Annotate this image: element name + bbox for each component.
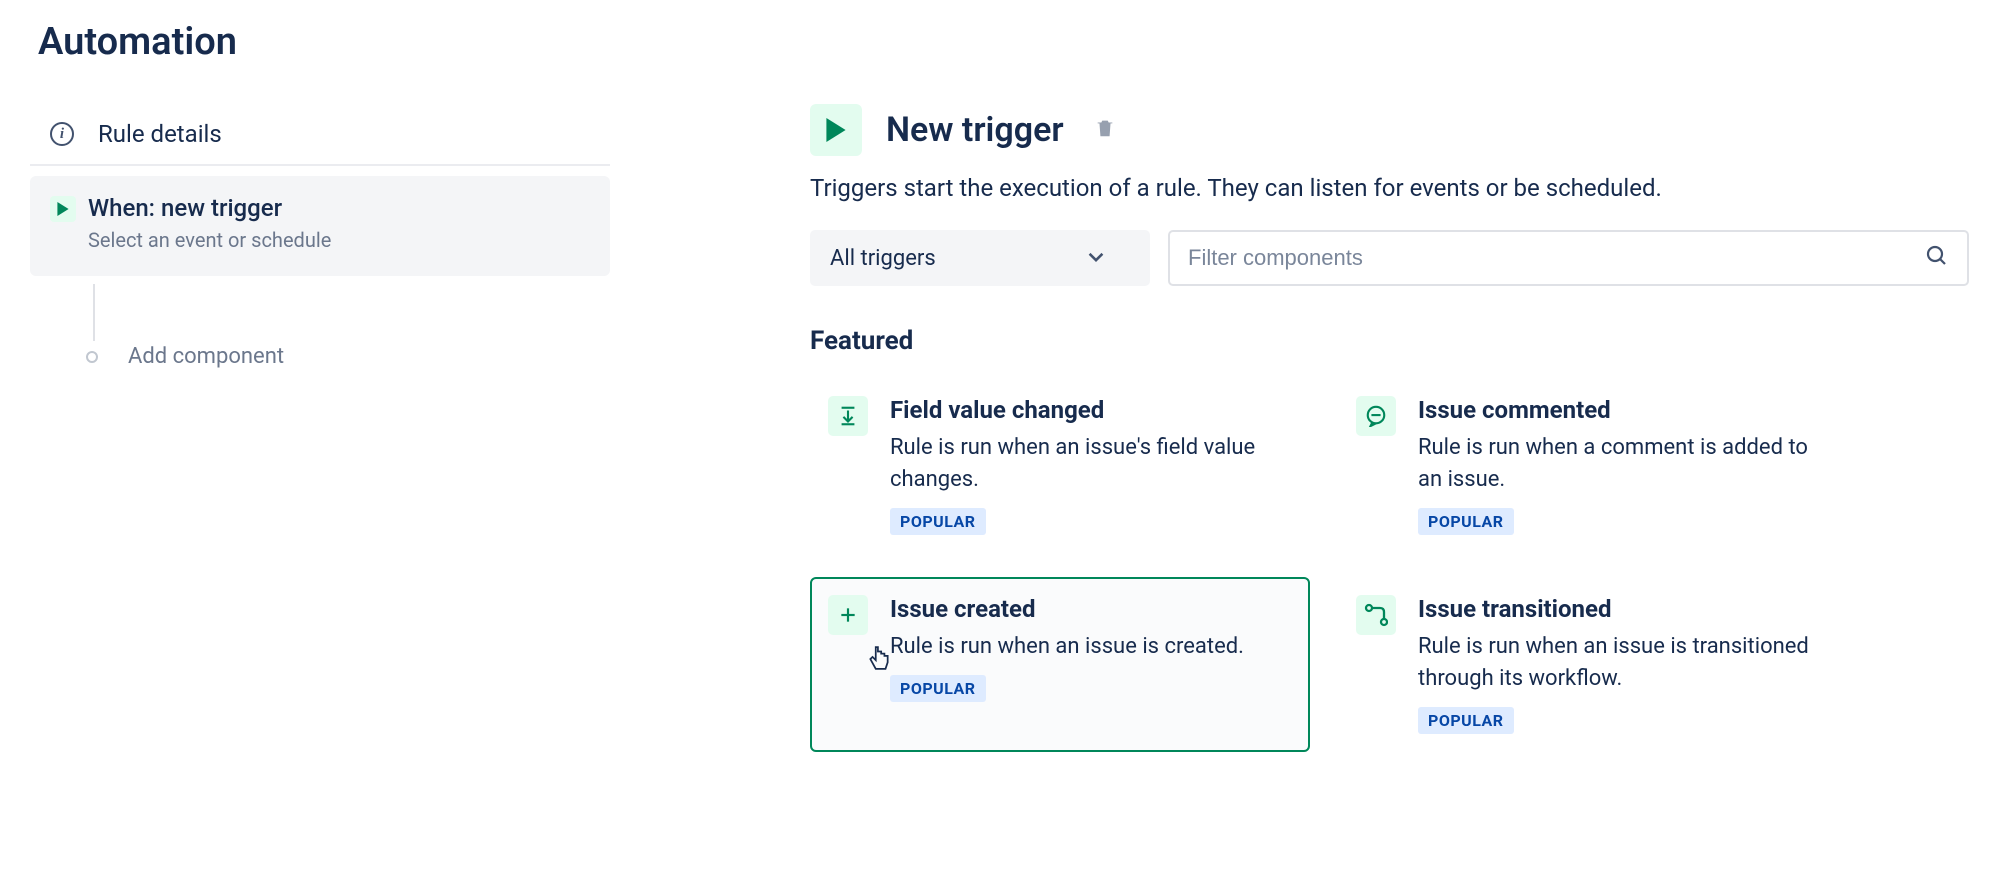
- play-icon: [50, 196, 76, 222]
- timeline-dot-icon: [86, 351, 98, 363]
- card-description: Rule is run when an issue's field value …: [890, 432, 1292, 496]
- card-description: Rule is run when an issue is created.: [890, 631, 1244, 663]
- download-icon: [828, 396, 868, 436]
- trigger-step-subtitle: Select an event or schedule: [88, 228, 590, 252]
- trigger-step[interactable]: When: new trigger Select an event or sch…: [30, 176, 610, 276]
- play-icon: [810, 104, 862, 156]
- trigger-card-issue-created[interactable]: Issue created Rule is run when an issue …: [810, 577, 1310, 752]
- search-icon: [1925, 244, 1949, 272]
- card-title: Issue created: [890, 595, 1244, 623]
- comment-icon: [1356, 396, 1396, 436]
- search-input[interactable]: [1188, 245, 1913, 271]
- card-title: Issue commented: [1418, 396, 1820, 424]
- card-description: Rule is run when an issue is transitione…: [1418, 631, 1820, 695]
- chevron-down-icon: [1088, 246, 1104, 271]
- popular-badge: POPULAR: [1418, 707, 1514, 734]
- rule-details-label: Rule details: [98, 120, 222, 148]
- trigger-card-issue-commented[interactable]: Issue commented Rule is run when a comme…: [1338, 378, 1838, 553]
- delete-button[interactable]: [1094, 117, 1116, 143]
- section-title: Featured: [810, 326, 1969, 356]
- add-component-button[interactable]: Add component: [90, 344, 610, 369]
- popular-badge: POPULAR: [1418, 508, 1514, 535]
- page-title: Automation: [38, 20, 1969, 64]
- card-description: Rule is run when a comment is added to a…: [1418, 432, 1820, 496]
- card-title: Issue transitioned: [1418, 595, 1820, 623]
- search-field[interactable]: [1168, 230, 1969, 286]
- select-value: All triggers: [830, 246, 936, 271]
- trigger-card-issue-transitioned[interactable]: Issue transitioned Rule is run when an i…: [1338, 577, 1838, 752]
- sidebar: i Rule details When: new trigger Select …: [30, 104, 610, 752]
- card-title: Field value changed: [890, 396, 1292, 424]
- main-panel: New trigger Triggers start the execution…: [810, 104, 1969, 752]
- plus-icon: [828, 595, 868, 635]
- main-title: New trigger: [886, 110, 1064, 150]
- trigger-category-select[interactable]: All triggers: [810, 230, 1150, 286]
- trigger-step-title: When: new trigger: [88, 194, 590, 222]
- add-component-label: Add component: [128, 344, 284, 369]
- popular-badge: POPULAR: [890, 675, 986, 702]
- rule-details-item[interactable]: i Rule details: [30, 104, 610, 166]
- trigger-card-field-value-changed[interactable]: Field value changed Rule is run when an …: [810, 378, 1310, 553]
- cursor-icon: [868, 645, 890, 676]
- info-icon: i: [50, 122, 74, 146]
- popular-badge: POPULAR: [890, 508, 986, 535]
- transition-icon: [1356, 595, 1396, 635]
- main-description: Triggers start the execution of a rule. …: [810, 174, 1969, 202]
